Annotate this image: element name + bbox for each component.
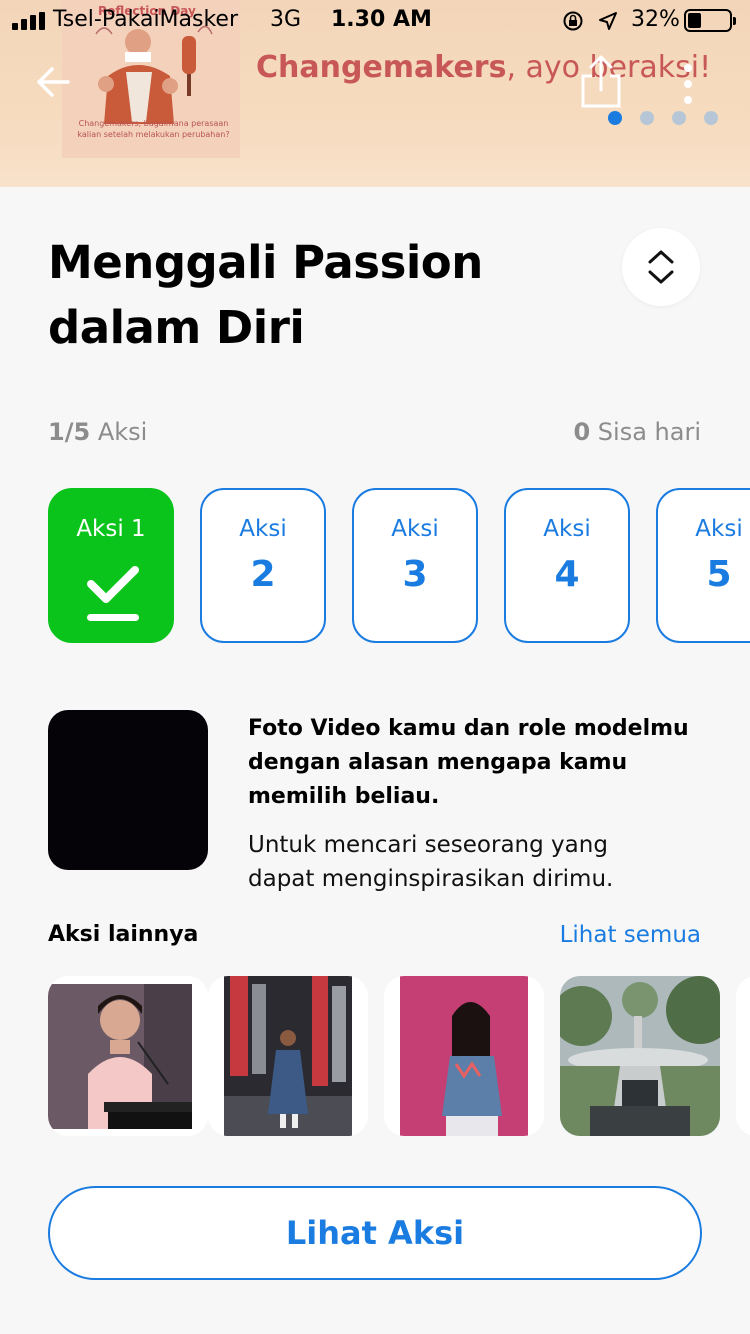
other-actions-heading: Aksi lainnya bbox=[48, 922, 199, 947]
step-number: 3 bbox=[402, 554, 428, 595]
other-action-card-5[interactable] bbox=[736, 976, 750, 1136]
carousel-dot-4[interactable] bbox=[704, 111, 718, 125]
step-label: Aksi 1 bbox=[76, 516, 146, 542]
chevron-up-down-icon bbox=[648, 250, 674, 284]
step-label: Aksi bbox=[239, 516, 287, 542]
other-actions-gallery bbox=[48, 976, 750, 1138]
task-title: Foto Video kamu dan role modelmu dengan … bbox=[248, 716, 689, 809]
carousel-dot-3[interactable] bbox=[672, 111, 686, 125]
step-label: Aksi bbox=[391, 516, 439, 542]
banner-headline-bold: Changemakers bbox=[256, 50, 507, 85]
portrait-photo bbox=[400, 976, 528, 1136]
rotation-lock-icon bbox=[563, 11, 583, 31]
action-steps: Aksi 1 Aksi 2 Aksi 3 Aksi 4 Aksi 5 bbox=[48, 488, 750, 644]
clock: 1.30 AM bbox=[331, 7, 432, 32]
carousel-dots[interactable] bbox=[608, 111, 720, 125]
action-progress: 1/5 Aksi bbox=[48, 418, 147, 446]
other-action-card-2[interactable] bbox=[208, 976, 368, 1136]
step-2[interactable]: Aksi 2 bbox=[200, 488, 326, 643]
battery-fill bbox=[688, 13, 701, 28]
more-options-icon[interactable] bbox=[674, 60, 702, 110]
progress-count: 1/5 bbox=[48, 418, 91, 446]
progress-label: Aksi bbox=[97, 418, 148, 446]
back-arrow-icon[interactable] bbox=[34, 62, 74, 102]
step-number: 2 bbox=[250, 554, 276, 595]
speaker-photo bbox=[48, 984, 192, 1129]
battery-icon bbox=[684, 9, 736, 32]
signal-icon bbox=[12, 12, 46, 30]
banner-headline: Changemakers, ayo beraksi! bbox=[256, 50, 711, 85]
battery-percent: 32% bbox=[631, 7, 680, 32]
expand-collapse-button[interactable] bbox=[622, 228, 700, 306]
banner-card-caption: Changemakers, bagaimana perasaan kalian … bbox=[77, 119, 230, 139]
step-1[interactable]: Aksi 1 bbox=[48, 488, 174, 643]
view-action-button[interactable]: Lihat Aksi bbox=[48, 1186, 702, 1280]
task-description: Untuk mencari seseorang yang dapat mengi… bbox=[248, 832, 614, 892]
step-label: Aksi bbox=[695, 516, 743, 542]
share-icon[interactable] bbox=[578, 54, 624, 112]
days-label: Sisa hari bbox=[597, 418, 701, 446]
carousel-dot-2[interactable] bbox=[640, 111, 654, 125]
carousel-dot-1[interactable] bbox=[608, 111, 622, 125]
other-action-card-3[interactable] bbox=[384, 976, 544, 1136]
step-4[interactable]: Aksi 4 bbox=[504, 488, 630, 643]
days-remaining: 0 Sisa hari bbox=[573, 418, 701, 446]
task-thumbnail[interactable] bbox=[48, 710, 208, 870]
step-number: 5 bbox=[706, 554, 732, 595]
step-label: Aksi bbox=[543, 516, 591, 542]
carrier-name: Tsel-PakaiMasker bbox=[53, 7, 239, 32]
step-5[interactable]: Aksi 5 bbox=[656, 488, 750, 643]
challenge-title: Menggali Passion dalam Diri bbox=[48, 236, 483, 354]
step-number: 4 bbox=[554, 554, 580, 595]
see-all-link[interactable]: Lihat semua bbox=[560, 922, 701, 948]
step-3[interactable]: Aksi 3 bbox=[352, 488, 478, 643]
other-action-card-4[interactable] bbox=[560, 976, 720, 1136]
network-type: 3G bbox=[270, 7, 302, 32]
location-arrow-icon bbox=[599, 12, 617, 30]
park-photo bbox=[560, 976, 720, 1136]
checkmark-icon bbox=[87, 566, 139, 621]
status-bar: Tsel-PakaiMasker 3G 1.30 AM 32% bbox=[0, 0, 750, 42]
days-count: 0 bbox=[573, 418, 591, 446]
other-action-card-1[interactable] bbox=[48, 976, 208, 1136]
stage-photo bbox=[224, 976, 352, 1136]
